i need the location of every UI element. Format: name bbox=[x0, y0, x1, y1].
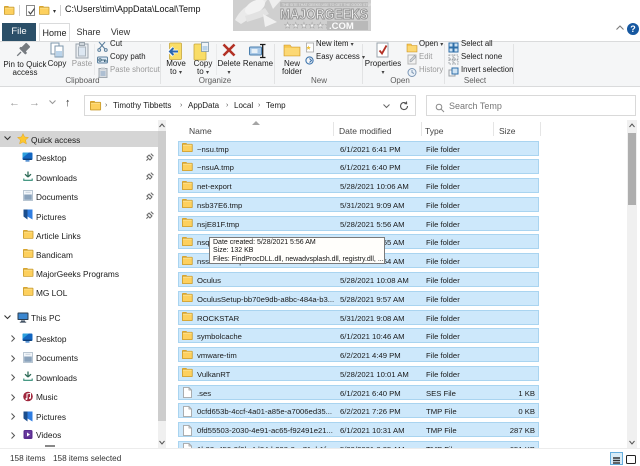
svg-text:.COM: .COM bbox=[329, 21, 354, 31]
svg-text:★★★★★★: ★★★★★★ bbox=[284, 21, 333, 30]
